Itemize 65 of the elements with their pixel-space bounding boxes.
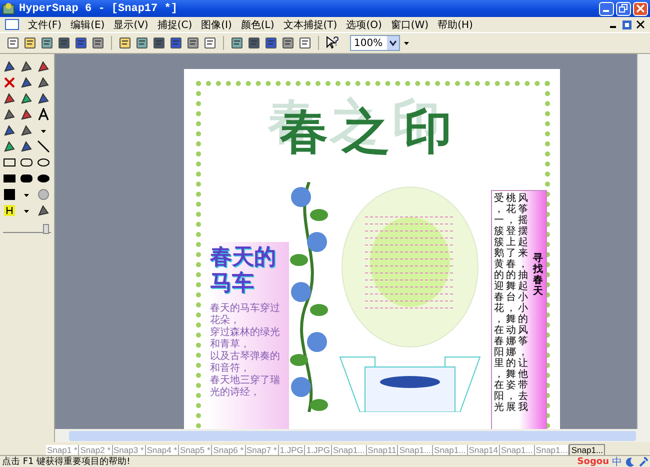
menu-item[interactable]: 文本捕捉(T) xyxy=(283,18,338,32)
status-text: 点击 F1 键获得重要项目的帮助! xyxy=(2,456,130,467)
close-icon xyxy=(636,4,645,13)
vertical-text: 桃花，登上了春的舞台，舞动娜娜的舞姿，展 xyxy=(506,193,517,415)
menu-item[interactable]: 显示(V) xyxy=(114,18,148,32)
rectangle-icon[interactable] xyxy=(3,172,16,185)
document-tab[interactable]: Snap1... xyxy=(500,445,535,455)
tray-logo[interactable]: Sogou xyxy=(577,456,609,466)
window-title: HyperSnap 6 - [Snap17 *] xyxy=(19,2,178,14)
column-title: 寻找春天 xyxy=(533,253,544,299)
rounded-rectangle-icon[interactable] xyxy=(20,172,33,185)
zoom-dropdown[interactable]: 100% xyxy=(350,35,400,51)
document-tab[interactable]: Snap1... xyxy=(332,445,367,455)
poem-line: 春天地三穿了瑞光的诗经， xyxy=(210,375,281,399)
horizontal-scrollbar[interactable] xyxy=(55,429,650,442)
rounded-rectangle-icon[interactable] xyxy=(20,156,33,169)
caret-icon[interactable] xyxy=(403,40,410,46)
menu-item[interactable]: 文件(F) xyxy=(28,18,62,32)
rectangle-icon[interactable] xyxy=(3,156,16,169)
document-tab[interactable]: Snap6 * xyxy=(212,445,246,455)
menu-item[interactable]: 捕捉(C) xyxy=(157,18,192,32)
vertical-text: 风筝摇摆起来，抽起小小的风筝，让他带去我 xyxy=(518,193,529,415)
document-tab[interactable]: 1.JPG xyxy=(305,445,332,455)
color-swatch-icon[interactable] xyxy=(3,188,16,201)
poem-line: 春天的马车穿过花朵， xyxy=(210,303,281,326)
document-tab[interactable]: Snap2 * xyxy=(79,445,112,455)
vertical-text: 受，一簇簇鹅黄的迎春花，在春阳里，在阳光 xyxy=(494,193,505,415)
input-mode[interactable]: 中 xyxy=(612,454,622,467)
poem-title: 春天的马车 xyxy=(210,245,277,297)
menu-item[interactable]: 图像(I) xyxy=(201,18,232,32)
ellipse-icon[interactable] xyxy=(37,172,50,185)
moon-icon[interactable] xyxy=(625,456,635,466)
app-icon xyxy=(2,2,15,15)
document-tab[interactable]: Snap7 * xyxy=(246,445,279,455)
close-button[interactable] xyxy=(633,2,648,16)
close-icon[interactable] xyxy=(636,20,645,29)
vertical-scrollbar[interactable] xyxy=(637,54,650,429)
document-tab[interactable]: Snap1... xyxy=(569,444,606,455)
text-icon[interactable] xyxy=(37,108,50,121)
document-tab[interactable]: Snap3 * xyxy=(112,445,146,455)
line-icon[interactable] xyxy=(37,140,50,153)
document-tab[interactable]: Snap4 * xyxy=(146,445,179,455)
ellipse-icon[interactable] xyxy=(37,156,50,169)
document-tab[interactable]: 1.JPG xyxy=(278,445,306,455)
menu-item[interactable]: 编辑(E) xyxy=(70,18,105,32)
restore-button[interactable] xyxy=(616,2,631,16)
document-tab[interactable]: Snap1... xyxy=(433,445,468,455)
document-tab[interactable]: Snap11 xyxy=(366,445,398,455)
document-tab[interactable]: Snap1... xyxy=(534,445,570,455)
highlighter-icon[interactable] xyxy=(3,204,16,217)
menu-item[interactable]: 颜色(L) xyxy=(240,18,274,32)
menu-item[interactable]: 帮助(H) xyxy=(438,18,473,32)
document-tab[interactable]: Snap5 * xyxy=(179,445,212,455)
menu-item[interactable]: 选项(O) xyxy=(346,18,382,32)
title-art: 春之印 xyxy=(278,103,467,162)
help-pointer-icon[interactable] xyxy=(325,36,339,50)
minimize-button[interactable] xyxy=(599,2,614,16)
document-tab[interactable]: Snap14 xyxy=(468,445,500,455)
poem-line: 穿过森林的绿光和青草， xyxy=(210,327,281,350)
slider-thumb[interactable] xyxy=(42,224,49,234)
poem-line: 以及古琴弹奏的和音符， xyxy=(210,351,281,374)
menu-item[interactable]: 窗口(W) xyxy=(390,18,429,32)
document-tab[interactable]: Snap1 * xyxy=(46,445,80,455)
document-tab[interactable]: Snap1... xyxy=(398,445,434,455)
delete-icon[interactable] xyxy=(3,76,16,89)
